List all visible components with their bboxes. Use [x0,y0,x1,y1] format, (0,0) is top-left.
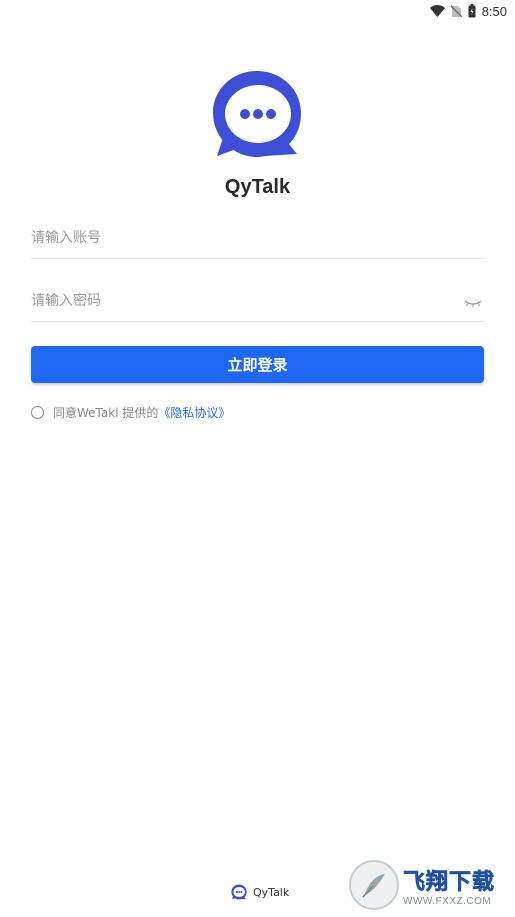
watermark: 飞翔下载 WWW.FXXZ.COM [349,860,509,910]
feather-icon [362,874,385,898]
eye-closed-icon [464,300,482,308]
password-field [31,281,484,322]
no-sim-icon [450,5,462,17]
password-input[interactable] [31,281,431,321]
footer-brand: QyTalk [231,884,289,900]
agreement-checkbox[interactable] [31,406,44,419]
agreement-text: 同意WeTakl 提供的 [53,406,159,420]
chat-bubble-icon [213,71,301,157]
battery-icon [468,4,476,18]
password-visibility-toggle[interactable] [464,293,482,312]
privacy-policy-link[interactable]: 《隐私协议》 [158,404,230,421]
watermark-url: WWW.FXXZ.COM [403,895,492,907]
agreement-row: 同意WeTakl 提供的 《隐私协议》 [31,404,230,421]
watermark-text: 飞翔下载 WWW.FXXZ.COM [403,864,496,907]
chat-bubble-small-icon [231,884,247,900]
watermark-logo [349,860,399,910]
status-time: 8:50 [481,3,507,19]
app-logo [211,68,303,160]
app-title: QyTalk [224,176,291,198]
status-bar: 8:50 [0,0,515,22]
wifi-icon [429,5,445,17]
footer-app-name: QyTalk [253,885,290,899]
login-button[interactable]: 立即登录 [31,346,484,383]
account-field [31,218,484,259]
watermark-title: 飞翔下载 [403,869,496,895]
account-input[interactable] [31,218,431,258]
